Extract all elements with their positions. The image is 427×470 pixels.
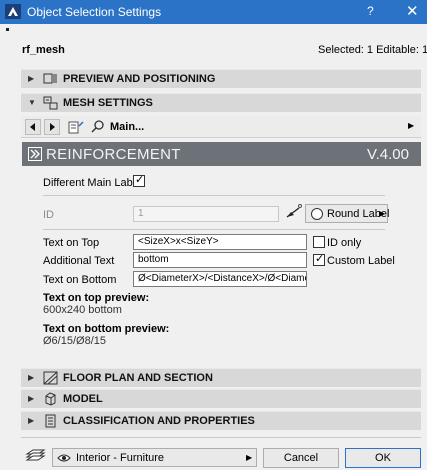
section-floor-plan[interactable]: ▶ FLOOR PLAN AND SECTION bbox=[21, 368, 421, 387]
section-preview-positioning[interactable]: ▶ PREVIEW AND POSITIONING bbox=[21, 69, 421, 88]
text-on-bottom-field[interactable]: Ø<DiameterX>/<DistanceX>/Ø<Diamete bbox=[133, 271, 307, 287]
text-on-top-label: Text on Top bbox=[43, 237, 100, 249]
close-button[interactable]: ✕ bbox=[406, 2, 419, 20]
collapse-arrow-icon: ▼ bbox=[28, 98, 36, 107]
id-field[interactable]: 1 bbox=[133, 206, 279, 222]
selection-info: Selected: 1 Editable: 1 bbox=[318, 44, 427, 56]
label-arrow-icon bbox=[286, 204, 302, 218]
reinforcement-banner: REINFORCEMENT V.4.00 bbox=[22, 142, 421, 166]
mesh-settings-icon bbox=[43, 96, 58, 110]
search-icon bbox=[91, 120, 104, 133]
section-mesh-settings[interactable]: ▼ MESH SETTINGS bbox=[21, 93, 421, 112]
section-classification[interactable]: ▶ CLASSIFICATION AND PROPERTIES bbox=[21, 411, 421, 430]
dropdown-arrow-icon: ▶ bbox=[246, 453, 253, 462]
section-label: MESH SETTINGS bbox=[63, 97, 153, 109]
different-main-label-label: Different Main Label bbox=[43, 177, 142, 189]
window-title: Object Selection Settings bbox=[27, 5, 162, 19]
arrow-left-icon bbox=[30, 123, 35, 131]
checkmark-icon: ✓ bbox=[315, 253, 325, 265]
ok-button[interactable]: OK bbox=[345, 448, 421, 468]
classification-icon bbox=[45, 414, 56, 428]
custom-label-checkbox[interactable]: ✓ bbox=[313, 253, 325, 266]
bottom-preview-heading: Text on bottom preview: bbox=[43, 323, 170, 335]
help-button[interactable]: ? bbox=[367, 4, 374, 18]
expand-arrow-icon: ▶ bbox=[28, 394, 35, 403]
expand-arrow-icon: ▶ bbox=[28, 74, 35, 83]
eye-icon bbox=[57, 454, 71, 462]
floor-plan-icon bbox=[43, 371, 58, 385]
page-list-button[interactable] bbox=[68, 120, 84, 134]
divider bbox=[43, 195, 385, 196]
layer-value: Interior - Furniture bbox=[76, 452, 165, 464]
layers-icon bbox=[25, 449, 46, 461]
cancel-button[interactable]: Cancel bbox=[263, 448, 339, 468]
divider bbox=[43, 229, 385, 230]
next-page-button[interactable] bbox=[44, 119, 60, 135]
reinforcement-logo-icon bbox=[28, 147, 42, 161]
section-model[interactable]: ▶ MODEL bbox=[21, 389, 421, 408]
arrow-right-icon bbox=[50, 123, 55, 131]
additional-text-field[interactable]: bottom bbox=[133, 252, 307, 268]
id-only-label: ID only bbox=[327, 237, 362, 249]
checkmark-icon: ✓ bbox=[135, 174, 145, 186]
custom-label-label: Custom Label bbox=[327, 255, 395, 267]
search-button[interactable] bbox=[90, 119, 106, 135]
page-toolbar: Main... ▶ bbox=[21, 116, 421, 138]
banner-title: REINFORCEMENT bbox=[46, 146, 181, 163]
id-label: ID bbox=[43, 209, 54, 221]
id-only-checkbox[interactable] bbox=[313, 236, 325, 248]
top-preview-heading: Text on top preview: bbox=[43, 292, 150, 304]
additional-text-label: Additional Text bbox=[43, 255, 115, 267]
title-bar: Object Selection Settings ? ✕ bbox=[0, 0, 427, 24]
section-label: PREVIEW AND POSITIONING bbox=[63, 73, 216, 85]
different-main-label-checkbox[interactable]: ✓ bbox=[133, 174, 145, 187]
archicad-app-icon bbox=[5, 4, 21, 19]
label-tool-button[interactable] bbox=[285, 203, 303, 221]
previous-page-button[interactable] bbox=[25, 119, 41, 135]
model-cube-icon bbox=[45, 392, 56, 406]
section-label: CLASSIFICATION AND PROPERTIES bbox=[63, 415, 255, 427]
top-preview-value: 600x240 bottom bbox=[43, 304, 122, 316]
resize-marker bbox=[6, 28, 9, 31]
preview-positioning-icon bbox=[43, 73, 57, 84]
section-label: MODEL bbox=[63, 393, 103, 405]
section-label: FLOOR PLAN AND SECTION bbox=[63, 372, 213, 384]
layer-button[interactable] bbox=[24, 448, 46, 464]
dropdown-arrow-icon: ▶ bbox=[379, 209, 386, 218]
page-list-icon bbox=[68, 121, 84, 134]
bottom-preview-value: Ø6/15/Ø8/15 bbox=[43, 335, 106, 347]
text-on-bottom-label: Text on Bottom bbox=[43, 274, 117, 286]
layer-selector[interactable]: Interior - Furniture ▶ bbox=[52, 448, 257, 467]
divider bbox=[21, 437, 421, 438]
page-selector[interactable]: Main... bbox=[110, 121, 144, 133]
banner-version: V.4.00 bbox=[367, 146, 409, 163]
round-label-button[interactable]: Round Label ▶ bbox=[305, 204, 389, 223]
object-name: rf_mesh bbox=[22, 44, 65, 56]
text-on-top-field[interactable]: <SizeX>x<SizeY> bbox=[133, 234, 307, 250]
page-menu-arrow-icon[interactable]: ▶ bbox=[408, 121, 414, 130]
expand-arrow-icon: ▶ bbox=[28, 416, 35, 425]
expand-arrow-icon: ▶ bbox=[28, 373, 35, 382]
round-label-icon bbox=[311, 208, 323, 220]
